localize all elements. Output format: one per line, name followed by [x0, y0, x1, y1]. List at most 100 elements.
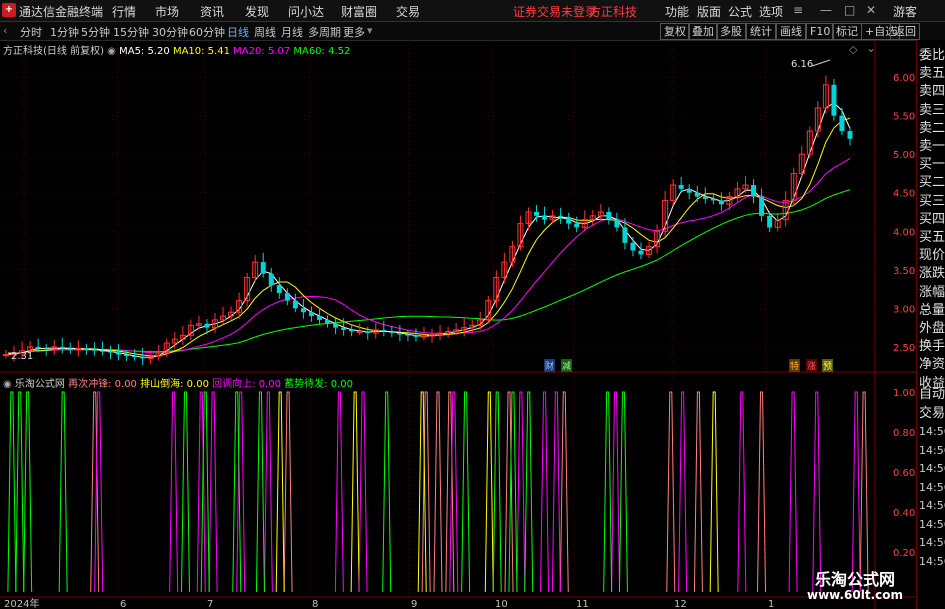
indicator-toggle-icon[interactable]: ◉	[3, 379, 12, 390]
indicator-spike	[524, 391, 534, 593]
side-panel-label[interactable]: 自动	[919, 383, 945, 402]
period-60min[interactable]: 60分钟	[189, 24, 225, 40]
candle-body	[365, 331, 371, 334]
ma20-path	[5, 157, 851, 356]
side-panel-label: 涨幅	[919, 284, 945, 300]
side-panel-label: 卖四	[919, 84, 945, 100]
candle-body	[308, 312, 314, 317]
side-panel-label: 14:56	[919, 462, 945, 475]
y-tick-label: 2.50	[893, 343, 915, 354]
indicator-spike	[540, 391, 550, 593]
menu-wealth[interactable]: 财富圈	[341, 3, 377, 20]
mark-button[interactable]: 标记	[832, 23, 862, 40]
period-more[interactable]: 更多	[343, 24, 365, 40]
side-panel-label[interactable]: 交易	[919, 402, 945, 421]
event-tag-forecast[interactable]: 预	[822, 359, 834, 372]
menu-function[interactable]: 功能	[665, 3, 689, 20]
indicator-spike	[851, 391, 861, 593]
ma60-line	[5, 189, 851, 356]
candle-body	[260, 262, 266, 274]
y-tick-label: 3.50	[893, 266, 915, 277]
period-monthly[interactable]: 月线	[281, 24, 303, 40]
candle-body	[316, 316, 322, 320]
candle-body	[107, 351, 113, 353]
period-5min[interactable]: 5分钟	[81, 24, 110, 40]
candle-body	[678, 185, 684, 189]
ind-line-1-label: 再次冲锋: 0.00	[68, 379, 137, 390]
chart-area[interactable]: 6.00 5.50 5.00 4.50 4.00 3.50 3.00 2.50 1.00 0.80…	[0, 40, 916, 609]
candle-body	[124, 354, 130, 357]
guest-label[interactable]: 游客	[893, 3, 917, 20]
draw-button[interactable]: 画线	[776, 23, 806, 40]
indicator-name[interactable]: 乐淘公式网	[15, 379, 65, 390]
menu-formula[interactable]: 公式	[728, 3, 752, 20]
period-15min[interactable]: 15分钟	[113, 24, 149, 40]
period-daily[interactable]: 日线	[227, 24, 249, 40]
window-menu-icon[interactable]: ≡	[793, 3, 803, 17]
settings-diamond-icon[interactable]: ◇	[849, 43, 857, 56]
menu-discover[interactable]: 发现	[245, 3, 269, 20]
candle-body	[413, 335, 419, 337]
candlestick-series	[3, 59, 853, 366]
legend-dot-icon[interactable]: ◉	[107, 46, 116, 57]
event-tag-up[interactable]: 涨	[806, 359, 818, 372]
stats-button[interactable]: 统计	[746, 23, 776, 40]
indicator-spike	[492, 391, 502, 593]
menu-quotes[interactable]: 行情	[112, 3, 136, 20]
more-chevron-icon[interactable]: ▾	[367, 24, 373, 37]
indicator-spike	[757, 391, 767, 593]
toolbar-back-icon[interactable]: ‹	[3, 24, 7, 37]
ma60-path	[5, 189, 851, 356]
indicator-spike	[812, 391, 822, 593]
event-tag-reduce[interactable]: 减	[561, 359, 573, 372]
back-button[interactable]: 返回	[890, 23, 920, 40]
collapse-chevron-icon[interactable]: ⌄	[866, 41, 876, 55]
x-tick-label: 6	[120, 599, 126, 609]
candle-body	[638, 250, 644, 255]
side-panel-label: 卖三	[919, 102, 945, 118]
period-toolbar: ‹ 分时 1分钟 5分钟 15分钟 30分钟 60分钟 日线 周线 月线 多周期…	[0, 22, 945, 41]
candle-body	[116, 352, 122, 355]
candle-body	[420, 335, 427, 338]
menu-market[interactable]: 市场	[155, 3, 179, 20]
period-1min[interactable]: 1分钟	[50, 24, 79, 40]
candle-body	[132, 356, 138, 358]
menu-news[interactable]: 资讯	[200, 3, 224, 20]
indicator-spike	[859, 391, 869, 593]
menu-options[interactable]: 选项	[759, 3, 783, 20]
maximize-icon[interactable]: □	[844, 3, 855, 17]
login-notice[interactable]: 证券交易未登录	[513, 3, 597, 20]
period-timeshare[interactable]: 分时	[20, 24, 42, 40]
indicator-spike	[516, 391, 526, 593]
close-icon[interactable]: ✕	[866, 3, 876, 17]
period-30min[interactable]: 30分钟	[152, 24, 188, 40]
f10-button[interactable]: F10	[806, 23, 835, 40]
y-tick-label: 3.00	[893, 304, 915, 315]
multi-stock-button[interactable]: 多股	[716, 23, 746, 40]
candle-body	[566, 217, 572, 224]
adjust-button[interactable]: 复权	[660, 23, 690, 40]
indicator-spike	[263, 391, 273, 593]
candle-body	[35, 346, 41, 349]
side-panel-label: 委比	[919, 48, 945, 63]
ind-y-tick-label: 0.20	[893, 548, 915, 559]
x-tick-label: 1	[768, 599, 774, 609]
side-panel-label: 买五	[919, 230, 945, 245]
minimize-icon[interactable]: —	[820, 3, 832, 17]
stock-title: 方正科技(日线 前复权)	[3, 46, 104, 57]
menu-trade[interactable]: 交易	[396, 3, 420, 20]
low-price-label: 2.31	[11, 351, 34, 362]
event-tag-special[interactable]: 特	[789, 359, 801, 372]
indicator-spike	[559, 391, 569, 593]
candle-body	[300, 308, 306, 313]
indicator-spike	[382, 391, 392, 593]
candle-body	[284, 292, 290, 301]
menu-ask[interactable]: 问小达	[288, 3, 324, 20]
period-multi[interactable]: 多周期	[308, 24, 341, 40]
period-weekly[interactable]: 周线	[254, 24, 276, 40]
candle-body	[759, 196, 765, 216]
menu-layout[interactable]: 版面	[697, 3, 721, 20]
event-tag-finance[interactable]: 财	[544, 359, 556, 372]
overlay-button[interactable]: 叠加	[688, 23, 718, 40]
candle-body	[341, 327, 347, 330]
